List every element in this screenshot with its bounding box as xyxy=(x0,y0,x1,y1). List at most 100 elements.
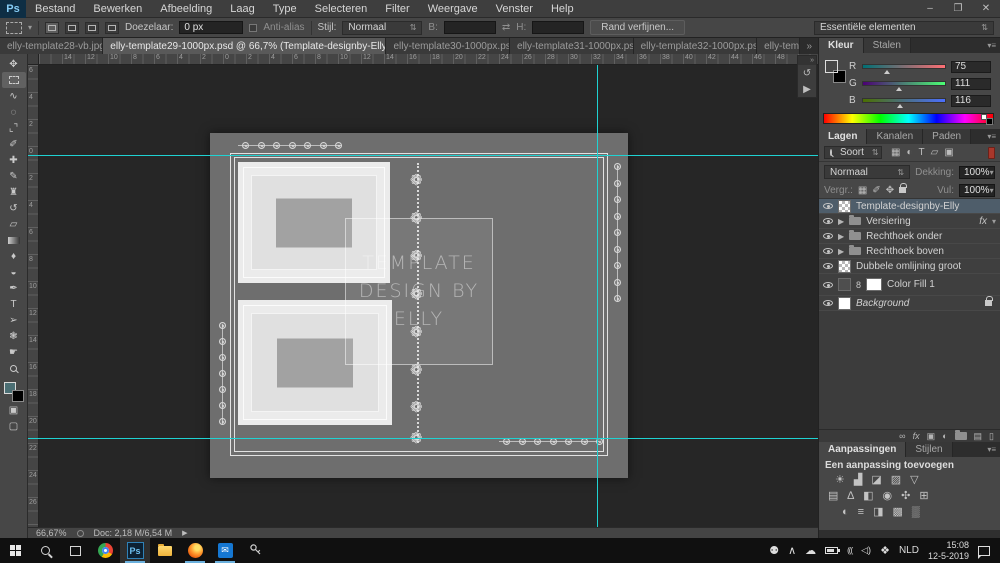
document-tab[interactable]: elly-template30-1000px.psd× xyxy=(386,38,510,54)
tool-preset-icon[interactable] xyxy=(6,22,22,34)
task-view-button[interactable] xyxy=(60,538,90,563)
lock-transparency-icon[interactable]: ▦ xyxy=(858,185,867,196)
menu-bestand[interactable]: Bestand xyxy=(26,0,84,18)
layer-thumbnail[interactable] xyxy=(838,200,851,213)
height-input[interactable] xyxy=(532,21,584,34)
selective-color-icon[interactable]: ▩ xyxy=(892,505,902,519)
document-tab[interactable]: elly-tem xyxy=(757,38,800,54)
tab-aanpassingen[interactable]: Aanpassingen xyxy=(819,442,906,457)
tool-preset-caret-icon[interactable]: ▾ xyxy=(28,23,32,32)
slider-thumb-icon[interactable] xyxy=(897,104,903,108)
history-brush-tool[interactable]: ↺ xyxy=(2,200,26,216)
color-spectrum-bar[interactable] xyxy=(823,113,994,124)
blend-mode-select[interactable]: Normaal ⇅ xyxy=(824,165,910,179)
gradient-map-icon[interactable]: ▒ xyxy=(912,505,920,519)
filter-shape-layers-icon[interactable]: ▱ xyxy=(931,147,939,158)
style-select[interactable]: Normaal ⇅ xyxy=(342,21,422,35)
layer-row[interactable]: 8Color Fill 1 xyxy=(819,274,1000,296)
menu-bewerken[interactable]: Bewerken xyxy=(84,0,151,18)
hand-tool[interactable]: ☛ xyxy=(2,344,26,360)
channel-value-input[interactable]: 111 xyxy=(951,78,991,90)
color-balance-icon[interactable]: ∆ xyxy=(847,489,854,503)
selection-new-icon[interactable] xyxy=(45,22,59,34)
dodge-tool[interactable]: ◒ xyxy=(2,264,26,280)
expand-group-icon[interactable]: ▶ xyxy=(838,232,844,241)
close-button[interactable]: ✕ xyxy=(972,0,1000,18)
add-layer-mask-icon[interactable]: ▣ xyxy=(927,431,936,442)
panel-menu-icon[interactable]: ▾≡ xyxy=(987,129,1000,144)
vertical-guide[interactable] xyxy=(597,65,598,527)
visibility-eye-icon[interactable] xyxy=(823,218,833,224)
slider-thumb-icon[interactable] xyxy=(884,70,890,74)
layer-row[interactable]: Template-designby-Elly xyxy=(819,199,1000,214)
onedrive-cloud-icon[interactable]: ☁ xyxy=(805,544,816,557)
blur-tool[interactable]: ♦ xyxy=(2,248,26,264)
layer-row[interactable]: ▶Rechthoek boven xyxy=(819,244,1000,259)
menu-help[interactable]: Help xyxy=(542,0,583,18)
minimize-button[interactable]: – xyxy=(916,0,944,18)
link-layers-icon[interactable]: ∞ xyxy=(899,431,905,441)
filter-adjustment-layers-icon[interactable]: ◐ xyxy=(906,147,912,158)
tab-stalen[interactable]: Stalen xyxy=(864,38,911,53)
horizontal-guide[interactable] xyxy=(28,155,818,156)
wifi-icon[interactable]: ((( xyxy=(847,546,852,555)
battery-icon[interactable] xyxy=(825,547,838,554)
quick-selection-tool[interactable]: ◌ xyxy=(2,104,26,120)
zoom-level[interactable]: 66,67% xyxy=(36,528,67,538)
quick-mask-button[interactable]: ▣ xyxy=(2,402,26,418)
curves-icon[interactable]: ◪ xyxy=(871,473,881,487)
layer-row[interactable]: ▶Rechthoek onder xyxy=(819,229,1000,244)
rectangular-marquee-tool[interactable] xyxy=(2,72,26,88)
black-swatch[interactable] xyxy=(986,118,993,125)
screen-mode-button[interactable]: ▢ xyxy=(2,418,26,434)
path-selection-tool[interactable]: ➢ xyxy=(2,312,26,328)
background-color-swatch[interactable] xyxy=(12,390,24,402)
brightness-contrast-icon[interactable]: ☀ xyxy=(835,473,845,487)
history-panel-icon[interactable]: ↺ xyxy=(798,65,816,81)
menu-weergave[interactable]: Weergave xyxy=(419,0,487,18)
layer-row[interactable]: Background xyxy=(819,296,1000,311)
menu-afbeelding[interactable]: Afbeelding xyxy=(151,0,221,18)
key-tool-icon[interactable] xyxy=(240,538,270,563)
channel-slider[interactable] xyxy=(862,81,946,86)
visibility-eye-icon[interactable] xyxy=(823,248,833,254)
custom-shape-tool[interactable]: ❃ xyxy=(2,328,26,344)
foreground-background-swatches[interactable] xyxy=(823,58,845,92)
zoom-tool[interactable] xyxy=(2,360,26,376)
gradient-tool[interactable] xyxy=(2,232,26,248)
menu-selecteren[interactable]: Selecteren xyxy=(306,0,377,18)
menu-venster[interactable]: Venster xyxy=(487,0,542,18)
chevron-down-icon[interactable]: ▾ xyxy=(992,217,996,226)
volume-icon[interactable]: ◁) xyxy=(861,545,871,556)
fill-input[interactable]: 100% ▾ xyxy=(959,184,995,197)
antialias-checkbox[interactable] xyxy=(249,24,257,32)
action-center-icon[interactable] xyxy=(978,546,990,556)
filter-type-layers-icon[interactable]: T xyxy=(919,147,925,158)
lock-position-icon[interactable]: ✥ xyxy=(886,185,894,196)
tab-kanalen[interactable]: Kanalen xyxy=(867,129,923,144)
panel-menu-icon[interactable]: ▾≡ xyxy=(987,442,1000,457)
visibility-eye-icon[interactable] xyxy=(823,300,833,306)
refine-edge-button[interactable]: Rand verfijnen... xyxy=(590,20,685,35)
chevron-up-icon[interactable]: ∧ xyxy=(788,544,796,557)
pen-tool[interactable]: ✒ xyxy=(2,280,26,296)
width-input[interactable] xyxy=(444,21,496,34)
horizontal-guide[interactable] xyxy=(28,438,818,439)
layer-fx-icon[interactable]: fx xyxy=(979,216,987,227)
menu-laag[interactable]: Laag xyxy=(221,0,263,18)
search-button[interactable] xyxy=(30,538,60,563)
expand-panels-icon[interactable]: » xyxy=(798,56,816,65)
actions-panel-icon[interactable]: ▶ xyxy=(798,81,816,97)
new-layer-icon[interactable]: ▤ xyxy=(974,431,983,442)
layer-filter-select[interactable]: Soort ⇅ xyxy=(824,146,882,159)
tab-paden[interactable]: Paden xyxy=(923,129,971,144)
document-canvas[interactable]: TEMPLATE DESIGN BY ELLY ❁❁❁❁❁❁❁❁ xyxy=(210,133,628,478)
channel-slider[interactable] xyxy=(862,98,946,103)
channel-value-input[interactable]: 75 xyxy=(951,61,991,73)
photo-filter-icon[interactable]: ◉ xyxy=(883,489,893,503)
layer-style-icon[interactable]: fx xyxy=(913,431,920,441)
selection-intersect-icon[interactable] xyxy=(105,22,119,34)
selection-add-icon[interactable] xyxy=(65,22,79,34)
lasso-tool[interactable]: ∿ xyxy=(2,88,26,104)
exposure-icon[interactable]: ▨ xyxy=(891,473,901,487)
